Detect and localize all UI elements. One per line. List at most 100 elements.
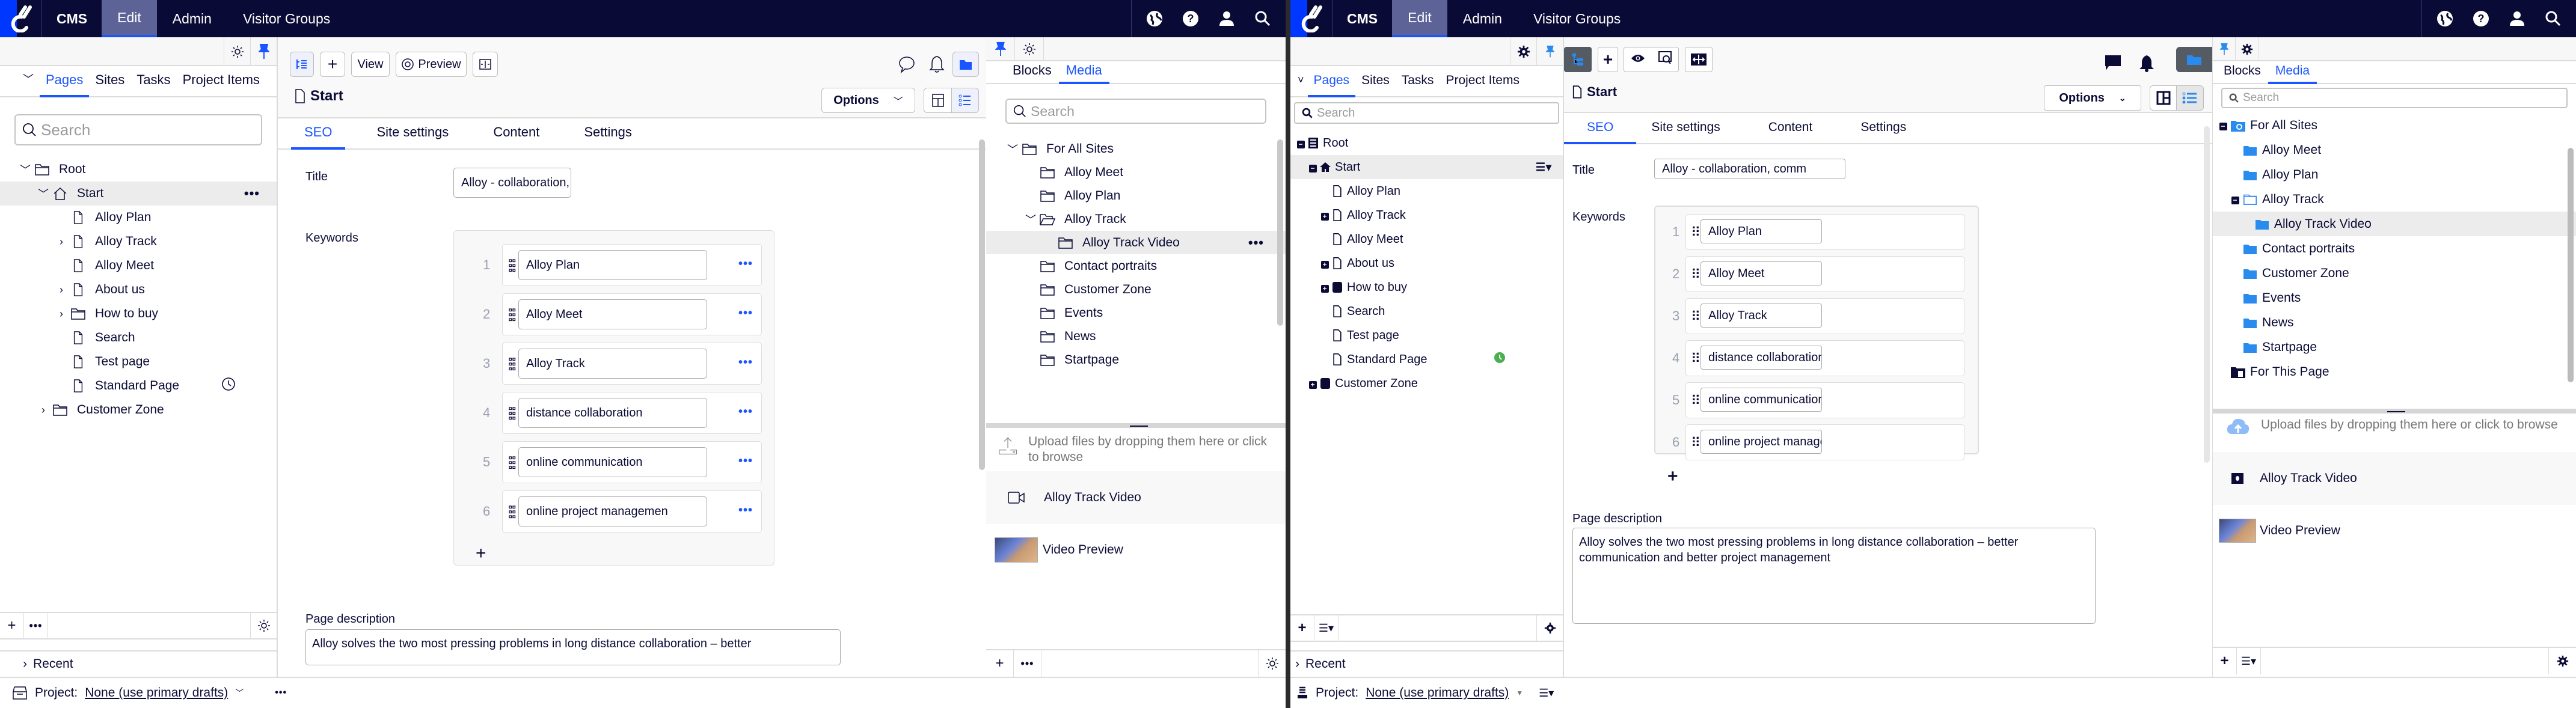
all-properties-view-button[interactable] (951, 88, 979, 113)
drag-handle-icon[interactable] (509, 259, 516, 272)
tab-seo[interactable]: SEO (1564, 120, 1637, 144)
context-menu-button[interactable]: ☰▾ (1314, 615, 1339, 641)
media-folder-row[interactable]: − Alloy Track (2213, 187, 2576, 212)
on-page-edit-view-button[interactable] (924, 88, 952, 113)
keyword-input[interactable]: online project management (1700, 430, 1822, 454)
project-more-button[interactable]: ••• (275, 688, 287, 698)
media-folder-row[interactable]: Contact portraits (2213, 236, 2576, 261)
content-scrollbar[interactable] (979, 139, 985, 470)
media-folder-row[interactable]: Events (2213, 285, 2576, 310)
media-item[interactable]: Alloy Track Video (986, 471, 1286, 524)
help-icon[interactable]: ? (1181, 9, 1200, 28)
drag-handle-icon[interactable]: ⠿ (1691, 268, 1700, 281)
collapse-toggle[interactable]: ﹀ (35, 186, 52, 201)
media-folder-row[interactable]: Contact portraits (986, 254, 1286, 278)
tree-row[interactable]: + How to buy (1290, 275, 1563, 299)
drag-handle-icon[interactable] (509, 505, 516, 519)
tree-row[interactable]: Test page (1290, 323, 1563, 347)
nav-edit[interactable]: Edit (102, 0, 157, 37)
user-icon[interactable] (1217, 9, 1236, 28)
add-media-button[interactable]: + (986, 650, 1014, 677)
media-item[interactable]: Video Preview (986, 524, 1286, 576)
collapse-toggle[interactable]: ﹀ (1004, 141, 1021, 157)
drag-handle-icon[interactable]: ⠿ (1691, 310, 1700, 323)
options-dropdown[interactable]: Options ﹀ (821, 88, 915, 113)
keyword-more-options-icon[interactable]: ••• (738, 356, 753, 370)
add-keyword-button[interactable]: + (1667, 466, 1678, 487)
media-settings-gear-icon[interactable] (1258, 650, 1286, 677)
media-folder-row[interactable]: Alloy Plan (986, 184, 1286, 207)
eye-icon[interactable] (1631, 53, 1645, 67)
settings-gear-icon[interactable] (2236, 37, 2259, 61)
tab-settings[interactable]: Settings (571, 124, 645, 148)
context-menu-icon[interactable]: ☰▾ (1536, 161, 1552, 174)
notifications-bell-icon[interactable] (925, 52, 949, 77)
tab-content[interactable]: Content (1753, 120, 1828, 143)
drag-handle-icon[interactable]: ⠿ (1691, 226, 1700, 239)
pin-icon[interactable] (250, 37, 277, 66)
on-page-edit-view-button[interactable] (2150, 85, 2177, 111)
tab-project-items[interactable]: Project Items (1440, 73, 1526, 96)
preview-search-icon[interactable] (1658, 50, 1672, 69)
project-selector[interactable]: None (use primary drafts) (1366, 686, 1509, 700)
expand-toggle[interactable]: › (53, 236, 70, 248)
tree-row[interactable]: Search (0, 326, 277, 350)
media-folder-row[interactable]: News (2213, 310, 2576, 335)
add-page-button[interactable]: + (0, 613, 24, 638)
keyword-more-options-icon[interactable]: ••• (738, 504, 753, 517)
more-options-icon[interactable]: ••• (244, 186, 260, 201)
tree-row[interactable]: › How to buy (0, 302, 277, 326)
keyword-input[interactable]: online communication (1700, 388, 1822, 412)
tree-row[interactable]: Standard Page (0, 374, 277, 398)
media-folder-row[interactable]: News (986, 325, 1286, 348)
tab-site-settings[interactable]: Site settings (363, 124, 462, 148)
collapse-toggle[interactable]: − (2228, 193, 2242, 206)
search-icon[interactable] (2544, 9, 2563, 28)
collapse-toggle[interactable]: ﹀ (1022, 212, 1039, 227)
content-scrollbar[interactable] (2204, 126, 2210, 463)
tree-row[interactable]: › Alloy Track (0, 230, 277, 254)
toggle-navigation-button[interactable] (290, 52, 314, 77)
pin-icon[interactable] (986, 37, 1015, 61)
drag-handle-icon[interactable] (509, 358, 516, 371)
nav-visitor-groups[interactable]: Visitor Groups (1518, 0, 1636, 37)
title-input[interactable]: Alloy - collaboration, comm (1654, 159, 1845, 179)
pin-icon[interactable] (1536, 37, 1563, 66)
collapse-toggle[interactable]: − (1294, 137, 1307, 150)
media-search-input[interactable]: Search (2221, 88, 2568, 108)
media-tree-scrollbar[interactable] (2568, 148, 2574, 382)
help-icon[interactable]: ? (2471, 9, 2491, 28)
project-menu-button[interactable]: ☰▾ (1539, 687, 1554, 700)
keyword-input[interactable]: online project managemen (518, 496, 707, 526)
add-media-button[interactable]: + (2213, 648, 2237, 674)
tree-row[interactable]: Search (1290, 299, 1563, 323)
upload-dropzone[interactable]: Upload files by dropping them here or cl… (998, 434, 1280, 465)
context-menu-button[interactable]: ☰▾ (2237, 648, 2261, 674)
page-description-textarea[interactable]: Alloy solves the two most pressing probl… (305, 629, 841, 665)
pane-splitter[interactable] (2213, 409, 2576, 414)
tab-pages[interactable]: Pages (1307, 73, 1356, 97)
add-content-button[interactable]: + (320, 52, 345, 77)
recent-section-toggle[interactable]: › Recent (0, 650, 277, 677)
tree-row[interactable]: ﹀ Start ••• (0, 182, 277, 206)
title-input[interactable]: Alloy - collaboration, comn (453, 168, 571, 198)
all-properties-view-button[interactable] (2176, 85, 2204, 111)
comments-icon[interactable] (895, 52, 919, 77)
page-description-textarea[interactable]: Alloy solves the two most pressing probl… (1572, 528, 2096, 624)
tab-settings[interactable]: Settings (1845, 120, 1921, 143)
comments-icon[interactable] (2103, 50, 2123, 76)
tab-sites[interactable]: Sites (1355, 73, 1396, 96)
pin-icon[interactable] (2213, 37, 2236, 61)
expand-toggle[interactable]: › (53, 284, 70, 296)
expand-toggle[interactable]: › (53, 308, 70, 320)
keyword-more-options-icon[interactable]: ••• (738, 405, 753, 419)
settings-gear-icon[interactable] (224, 37, 250, 66)
drag-handle-icon[interactable]: ⠿ (1691, 436, 1700, 450)
tab-pages[interactable]: Pages (40, 72, 90, 97)
chevron-down-icon[interactable]: ﹀ (17, 71, 40, 96)
notifications-bell-icon[interactable] (2136, 50, 2157, 76)
tree-row[interactable]: Alloy Meet (1290, 227, 1563, 251)
tab-project-items[interactable]: Project Items (177, 72, 266, 96)
tree-row[interactable]: − Start ☰▾ (1290, 155, 1563, 179)
globe-icon[interactable] (2435, 9, 2455, 28)
